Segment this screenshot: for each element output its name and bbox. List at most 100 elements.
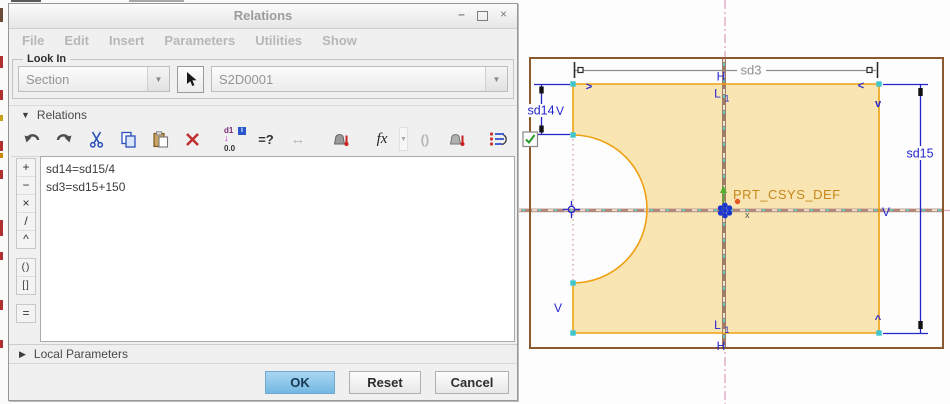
close-button[interactable]: ×: [497, 8, 510, 21]
operator-minus-button[interactable]: −: [17, 177, 35, 195]
dim-arrow: [539, 86, 544, 94]
sketch-canvas[interactable]: sd3 sd14 sd15 H L 1 L 1 H V V V > < v ^: [516, 0, 950, 404]
undo-icon: [24, 134, 40, 143]
undo-button[interactable]: [17, 125, 47, 153]
look-in-scope-value: Section: [26, 71, 70, 87]
background-mark: [0, 56, 3, 68]
menu-utilities[interactable]: Utilities: [255, 33, 302, 48]
constraint-v-left-lower: V: [554, 301, 562, 315]
vertex: [570, 280, 576, 286]
dim-handle[interactable]: [577, 66, 584, 74]
minimize-button[interactable]: –: [455, 8, 468, 21]
operator-multiply-button[interactable]: ×: [17, 195, 35, 213]
dim-sd15-label[interactable]: sd15: [906, 147, 933, 161]
cut-button[interactable]: [81, 125, 111, 153]
look-in-object-value: S2D0001: [219, 71, 274, 87]
units-manager-button[interactable]: [325, 125, 355, 153]
vertex: [570, 81, 576, 87]
constraint-arrow-right: >: [586, 81, 592, 93]
toggle-dim-display-button[interactable]: d1 i ↓ 0.0: [219, 125, 249, 153]
verify-check-icon: [522, 130, 539, 147]
relations-text-editor[interactable]: sd14=sd15/4 sd3=sd15+150: [40, 156, 515, 342]
relations-section-header[interactable]: ▼ Relations: [9, 105, 517, 123]
constraint-l-bottom: L: [714, 318, 721, 332]
paste-icon: [152, 130, 168, 148]
cancel-button[interactable]: Cancel: [435, 370, 509, 394]
verify-relations-button[interactable]: [516, 125, 546, 153]
menu-parameters[interactable]: Parameters: [164, 33, 235, 48]
background-mark: [11, 0, 41, 2]
insert-parens-button: (): [420, 131, 430, 147]
operator-divide-button[interactable]: /: [17, 213, 35, 231]
background-mark: [0, 300, 3, 310]
dim-handle[interactable]: [866, 66, 873, 74]
units-convert-button[interactable]: [442, 125, 472, 153]
dim-sd14-label[interactable]: sd14: [527, 104, 554, 118]
operator-plus-button[interactable]: +: [17, 159, 35, 177]
menu-bar: File Edit Insert Parameters Utilities Sh…: [9, 28, 517, 53]
constraint-l-bottom-sub: 1: [724, 325, 729, 335]
look-in-group: Look In Section ▼ S2D0001 ▼: [12, 53, 514, 99]
csys-x-axis-label: x: [745, 210, 750, 220]
constraint-arrow-up: ^: [875, 314, 882, 326]
chevron-down-icon[interactable]: ▼: [147, 67, 169, 91]
local-parameters-label: Local Parameters: [33, 347, 128, 361]
background-mark: [0, 141, 3, 151]
ok-button[interactable]: OK: [265, 370, 335, 394]
operator-brackets-button[interactable]: []: [17, 277, 35, 294]
constraint-v-right: V: [882, 205, 890, 219]
look-in-scope-select[interactable]: Section ▼: [18, 66, 170, 92]
background-mark: [0, 252, 3, 260]
menu-edit[interactable]: Edit: [64, 33, 89, 48]
relations-dialog: Relations – × File Edit Insert Parameter…: [8, 3, 539, 401]
relation-list-icon: [490, 132, 508, 146]
select-arrow-button[interactable]: [177, 65, 204, 93]
vertex: [876, 330, 882, 336]
paste-button[interactable]: [145, 125, 175, 153]
operator-equals-button[interactable]: =: [17, 305, 35, 322]
dialog-titlebar[interactable]: Relations – ×: [9, 4, 517, 29]
redo-button[interactable]: [49, 125, 79, 153]
menu-insert[interactable]: Insert: [109, 33, 144, 48]
csys-name-label[interactable]: PRT_CSYS_DEF: [733, 187, 841, 202]
copy-button[interactable]: [113, 125, 143, 153]
background-mark: [0, 115, 3, 121]
vertex: [570, 330, 576, 336]
delete-button[interactable]: [177, 125, 207, 153]
reset-button[interactable]: Reset: [349, 370, 421, 394]
background-mark: [0, 8, 3, 22]
cursor-arrow-icon: [186, 72, 197, 86]
dim-arrow: [918, 321, 923, 329]
chevron-down-icon[interactable]: ▼: [485, 67, 507, 91]
look-in-label: Look In: [23, 53, 71, 65]
relation-line[interactable]: sd14=sd15/4: [46, 160, 509, 178]
menu-file[interactable]: File: [22, 33, 44, 48]
constraint-h-bottom: H: [717, 339, 726, 353]
collapse-triangle-icon[interactable]: ▼: [21, 110, 30, 120]
background-mark: [0, 170, 3, 179]
insert-function-button[interactable]: fx: [367, 125, 397, 153]
background-mark: [0, 220, 3, 236]
sort-relations-button[interactable]: [484, 125, 514, 153]
background-mark: [0, 340, 3, 348]
operator-parens-button[interactable]: (): [17, 259, 35, 277]
vertex: [876, 81, 882, 87]
delete-x-icon: [185, 132, 199, 146]
expand-triangle-icon[interactable]: ▶: [19, 349, 26, 360]
relation-line[interactable]: sd3=sd15+150: [46, 178, 509, 196]
relations-section-label: Relations: [36, 107, 87, 122]
operator-power-button[interactable]: ^: [17, 231, 35, 248]
maximize-button[interactable]: [477, 11, 488, 21]
screen: { "window": { "title": "Relations" }, "i…: [0, 0, 950, 404]
constraint-arrow-left: <: [858, 80, 864, 92]
constraint-l-top-sub: 1: [724, 94, 729, 104]
units-bag-icon: [333, 133, 348, 146]
local-parameters-header[interactable]: ▶ Local Parameters: [9, 344, 517, 363]
dim-sd3-label[interactable]: sd3: [741, 63, 762, 78]
background-mark: [0, 90, 3, 100]
constraint-l-top: L: [714, 87, 721, 101]
function-dropdown-button[interactable]: ▼: [399, 127, 408, 151]
look-in-object-select[interactable]: S2D0001 ▼: [211, 66, 508, 92]
evaluate-button[interactable]: =?: [251, 125, 281, 153]
menu-show[interactable]: Show: [322, 33, 357, 48]
